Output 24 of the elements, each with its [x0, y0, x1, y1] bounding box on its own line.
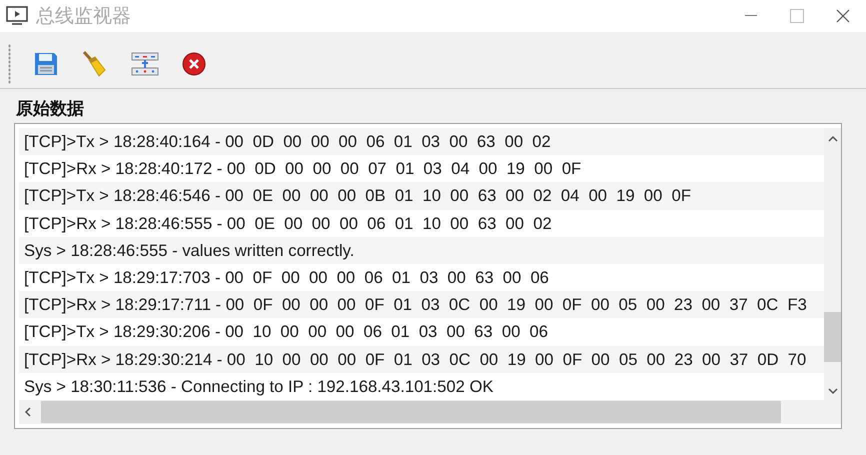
section-label: 原始数据 [16, 98, 85, 121]
scroll-down-icon[interactable] [826, 386, 838, 396]
minimize-icon [745, 15, 757, 17]
log-line: [TCP]>Tx > 18:29:30:206 - 00 10 00 00 00 06 01 03 00 63 00 06 [23, 321, 549, 344]
horizontal-scrollbar[interactable] [19, 400, 824, 424]
log-line: [TCP]>Rx > 18:28:46:555 - 00 0E 00 00 00 06 01 10 00 63 00 02 [23, 212, 553, 235]
window-title: 总线监视器 [36, 4, 131, 29]
log-line: [TCP]>Tx > 18:29:17:703 - 00 0F 00 00 00 06 01 03 00 63 00 06 [23, 266, 550, 289]
scroll-left-icon[interactable] [23, 406, 33, 418]
vertical-scrollbar[interactable] [824, 128, 841, 400]
log-line: Sys > 18:30:11:536 - Connecting to IP : 192.168.43.101:502 OK [23, 376, 494, 398]
scrollbar-thumb[interactable] [41, 401, 781, 423]
stop-button[interactable] [181, 51, 207, 77]
log-line: [TCP]>Rx > 18:28:40:172 - 00 0D 00 00 00 07 01 03 04 00 19 00 0F [23, 158, 582, 180]
maximize-icon [790, 9, 804, 23]
network-button[interactable] [131, 51, 159, 77]
stop-icon [181, 51, 207, 77]
close-icon [836, 9, 850, 23]
save-button[interactable] [33, 51, 59, 77]
toolbar-grip[interactable] [8, 44, 11, 84]
scrollbar-thumb[interactable] [824, 312, 841, 362]
network-icon [131, 51, 159, 77]
app-monitor-icon [6, 6, 28, 26]
scroll-up-icon[interactable] [826, 134, 838, 144]
